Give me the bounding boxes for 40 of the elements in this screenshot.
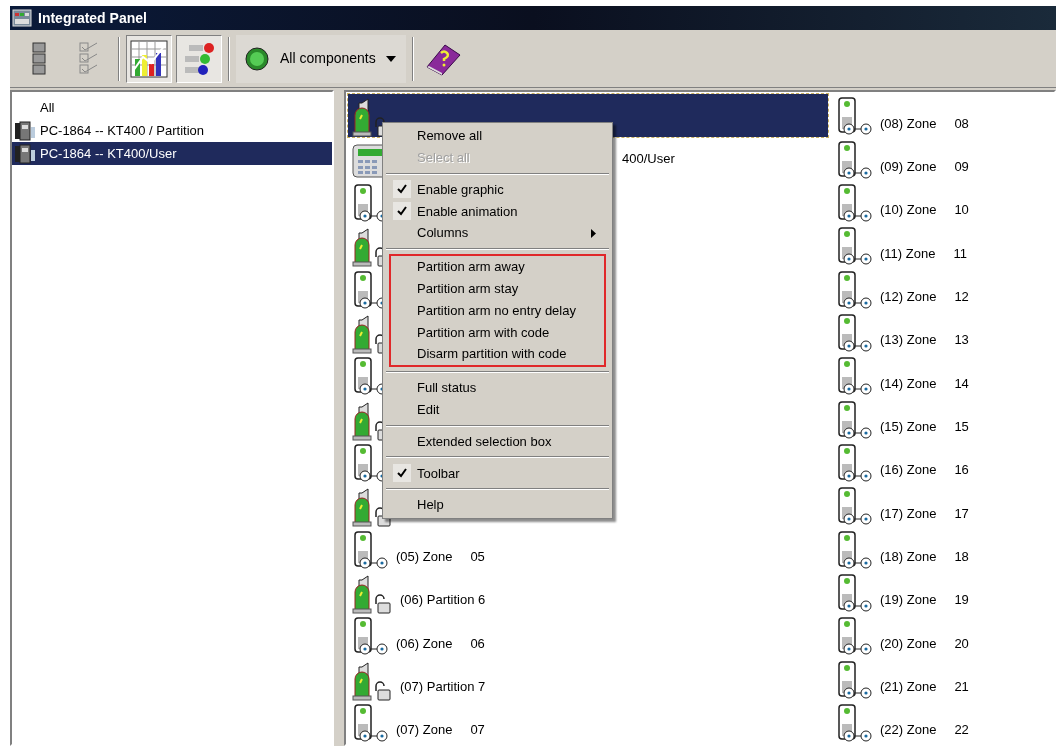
component-label: (10) Zone — [880, 201, 937, 220]
zone-number: 10 — [954, 201, 969, 220]
component-label: (21) Zone — [880, 678, 937, 697]
component-label: (18) Zone — [880, 548, 937, 567]
zone-number: 12 — [954, 288, 969, 307]
zone-number: 21 — [954, 678, 969, 697]
zone-number: 06 — [470, 634, 485, 653]
zone-number: 15 — [954, 418, 969, 437]
component-label: (12) Zone — [880, 288, 937, 307]
component-label: (05) Zone — [396, 548, 453, 567]
zone-number: 16 — [954, 461, 969, 480]
window-title: Integrated Panel — [38, 8, 147, 28]
component-label: (16) Zone — [880, 461, 937, 480]
component-label: (17) Zone — [880, 504, 937, 523]
zone-number: 07 — [470, 721, 485, 740]
zone-number: 18 — [954, 548, 969, 567]
zone-number: 11 — [953, 244, 967, 263]
zone-number: 09 — [954, 158, 969, 177]
component-label: (20) Zone — [880, 634, 937, 653]
component-label: (08) Zone — [880, 114, 937, 133]
zone-number: 22 — [954, 721, 969, 740]
component-label: (14) Zone — [880, 374, 937, 393]
component-label: (06) Partition 6 — [400, 591, 486, 610]
component-label: (13) Zone — [880, 331, 937, 350]
component-label: (07) Partition 7 — [400, 678, 486, 697]
zone-number: 19 — [954, 591, 969, 610]
component-label: (19) Zone — [880, 591, 937, 610]
zone-number: 08 — [954, 114, 969, 133]
zone-number: 20 — [954, 634, 969, 653]
zone-number: 13 — [954, 331, 969, 350]
zone-number: 17 — [954, 504, 969, 523]
zone-number: 14 — [954, 374, 969, 393]
zone-number: 05 — [470, 548, 485, 567]
component-label: (15) Zone — [880, 418, 937, 437]
component-label: (07) Zone — [396, 721, 453, 740]
component-label: (09) Zone — [880, 158, 937, 177]
component-label: (06) Zone — [396, 634, 453, 653]
component-label: (11) Zone — [880, 244, 936, 263]
component-label: (22) Zone — [880, 721, 937, 740]
component-label: 400/User — [622, 150, 675, 169]
